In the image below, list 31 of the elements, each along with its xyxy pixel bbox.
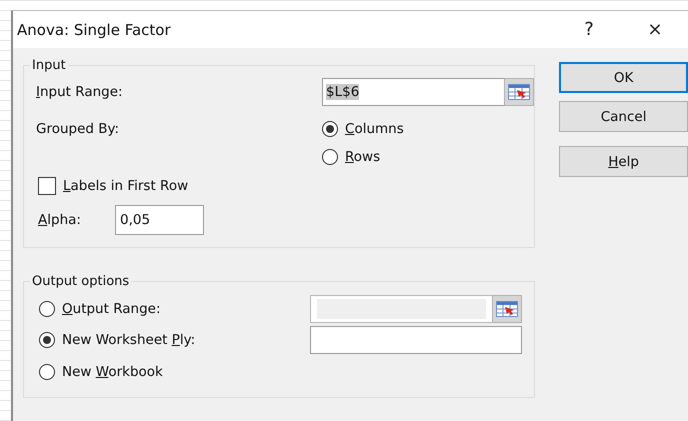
radio-label[interactable]: New Workbook — [62, 364, 163, 380]
window-title: Anova: Single Factor — [17, 20, 172, 38]
radio-label[interactable]: Rows — [345, 149, 380, 165]
radio-label[interactable]: Output Range: — [62, 301, 161, 317]
radio-button[interactable] — [39, 301, 55, 317]
group-legend: Output options — [30, 274, 132, 289]
field-label: Alpha: — [38, 212, 81, 228]
field-label: Input Range: — [36, 84, 123, 100]
range-select-icon — [508, 84, 530, 100]
radio-button[interactable] — [39, 332, 55, 348]
group-legend: Input — [30, 58, 68, 73]
close-button[interactable]: × — [622, 11, 688, 48]
checkbox[interactable] — [38, 177, 56, 195]
help-button[interactable]: ? — [556, 11, 622, 48]
radio-button[interactable] — [39, 364, 55, 380]
range-select-button[interactable] — [492, 295, 522, 323]
input-range-field[interactable]: $L$6 — [322, 78, 534, 106]
worksheet-name-field[interactable] — [310, 326, 522, 354]
dialog-button[interactable]: OK — [559, 62, 688, 93]
alpha-field[interactable]: 0,05 — [115, 205, 204, 235]
field-label: Grouped By: — [36, 121, 120, 137]
dialog-button[interactable]: Help — [559, 146, 688, 177]
radio-label[interactable]: Columns — [345, 121, 404, 137]
range-select-button[interactable] — [504, 78, 534, 106]
output-range-field[interactable] — [310, 295, 522, 323]
radio-label[interactable]: New Worksheet Ply: — [62, 332, 196, 348]
range-select-icon — [496, 301, 518, 317]
dialog-button[interactable]: Cancel — [559, 101, 688, 132]
radio-button[interactable] — [322, 149, 338, 165]
radio-button[interactable] — [322, 121, 338, 137]
checkbox-label[interactable]: Labels in First Row — [63, 178, 188, 194]
